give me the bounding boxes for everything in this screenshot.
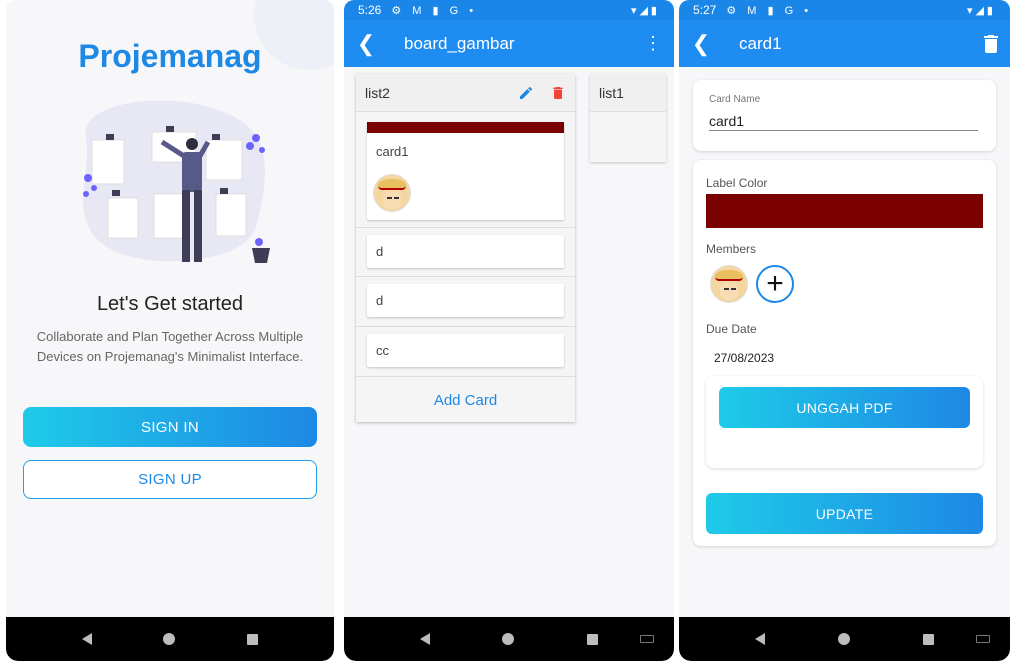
card-item[interactable]: cc bbox=[367, 334, 564, 367]
description-text: Collaborate and Plan Together Across Mul… bbox=[36, 329, 304, 364]
nav-recent-icon[interactable] bbox=[922, 633, 934, 645]
card-title: cc bbox=[376, 343, 389, 358]
status-notification-icons: ⚙ M ▮ G • bbox=[391, 4, 478, 17]
card-members bbox=[367, 168, 564, 220]
update-button[interactable]: UPDATE bbox=[706, 493, 983, 534]
list-title: list1 bbox=[590, 74, 666, 112]
edit-icon[interactable] bbox=[518, 85, 534, 101]
sign-in-button[interactable]: SIGN IN bbox=[23, 407, 317, 447]
label-color-label: Label Color bbox=[706, 176, 768, 190]
label-color-picker[interactable] bbox=[706, 194, 983, 228]
input-underline bbox=[709, 130, 978, 131]
nav-back-icon[interactable] bbox=[755, 633, 766, 645]
toolbar: ❮ board_gambar ⋮ bbox=[344, 20, 674, 67]
card-item[interactable]: d bbox=[367, 284, 564, 317]
card-name-label: Card Name bbox=[709, 94, 761, 105]
task-list: list1 bbox=[590, 74, 666, 162]
nav-back-icon[interactable] bbox=[81, 633, 92, 645]
status-notification-icons: ⚙ M ▮ G • bbox=[726, 4, 813, 17]
members-label: Members bbox=[706, 242, 757, 256]
board-screen: 5:26 ⚙ M ▮ G • ▾◢▮ ❮ board_gambar ⋮ list… bbox=[344, 0, 674, 661]
due-date-label: Due Date bbox=[706, 322, 757, 336]
delete-icon[interactable] bbox=[984, 34, 998, 53]
card-name-panel: Card Name card1 bbox=[693, 80, 996, 151]
card-item[interactable]: card1 bbox=[367, 122, 564, 220]
member-avatar bbox=[373, 174, 411, 212]
card-title: d bbox=[376, 293, 384, 308]
app-title: Projemanag bbox=[78, 38, 262, 74]
card-title: d bbox=[376, 244, 384, 259]
toolbar-title: board_gambar bbox=[404, 33, 515, 53]
nav-home-icon[interactable] bbox=[502, 633, 515, 645]
toolbar-title: card1 bbox=[739, 33, 782, 53]
sign-up-button[interactable]: SIGN UP bbox=[23, 460, 317, 499]
status-time: 5:27 bbox=[693, 3, 717, 17]
illustration bbox=[83, 100, 270, 263]
nav-back-icon[interactable] bbox=[420, 633, 431, 645]
status-system-icons: ▾◢▮ bbox=[630, 4, 660, 17]
toolbar: ❮ card1 bbox=[679, 20, 1010, 67]
card-details-panel: Label Color Members + Due Date 27/08/202… bbox=[693, 160, 996, 546]
member-avatar-wrap bbox=[710, 265, 748, 303]
add-card-button[interactable]: Add Card bbox=[356, 392, 575, 409]
list-header: list2 bbox=[356, 74, 575, 112]
upload-pdf-button[interactable]: UNGGAH PDF bbox=[719, 387, 970, 428]
nav-home-icon[interactable] bbox=[163, 633, 176, 645]
get-started-heading: Let's Get started bbox=[96, 293, 244, 315]
card-details-screen: 5:27 ⚙ M ▮ G • ▾◢▮ ❮ card1 Card Name car… bbox=[679, 0, 1010, 661]
due-date-value[interactable]: 27/08/2023 bbox=[714, 351, 774, 365]
system-nav-bar bbox=[6, 617, 334, 661]
keyboard-icon[interactable] bbox=[976, 635, 990, 643]
status-system-icons: ▾◢▮ bbox=[966, 4, 996, 17]
list-title: list2 bbox=[365, 84, 390, 101]
welcome-screen: Projemanag Let's Get started Collaborate… bbox=[6, 0, 334, 661]
task-list: list2 card1 d d cc Add Card bbox=[356, 74, 575, 422]
member-avatar[interactable] bbox=[710, 265, 748, 303]
system-nav-bar bbox=[679, 617, 1010, 661]
status-time: 5:26 bbox=[358, 3, 382, 17]
nav-recent-icon[interactable] bbox=[247, 633, 259, 645]
nav-recent-icon[interactable] bbox=[586, 633, 598, 645]
status-bar: 5:26 ⚙ M ▮ G • ▾◢▮ bbox=[344, 0, 674, 20]
card-title: card1 bbox=[376, 144, 409, 159]
system-nav-bar bbox=[344, 617, 674, 661]
card-item[interactable]: d bbox=[367, 235, 564, 268]
keyboard-icon[interactable] bbox=[640, 635, 654, 643]
back-arrow-icon[interactable]: ❮ bbox=[681, 31, 721, 57]
nav-home-icon[interactable] bbox=[837, 633, 850, 645]
card-name-input[interactable]: card1 bbox=[709, 113, 744, 129]
more-vert-icon[interactable]: ⋮ bbox=[644, 33, 662, 54]
back-arrow-icon[interactable]: ❮ bbox=[346, 31, 386, 57]
status-bar: 5:27 ⚙ M ▮ G • ▾◢▮ bbox=[679, 0, 1010, 20]
card-label-color bbox=[367, 122, 564, 133]
attachment-panel: UNGGAH PDF bbox=[706, 376, 983, 468]
add-member-icon[interactable]: + bbox=[756, 265, 794, 303]
delete-icon[interactable] bbox=[550, 85, 566, 101]
